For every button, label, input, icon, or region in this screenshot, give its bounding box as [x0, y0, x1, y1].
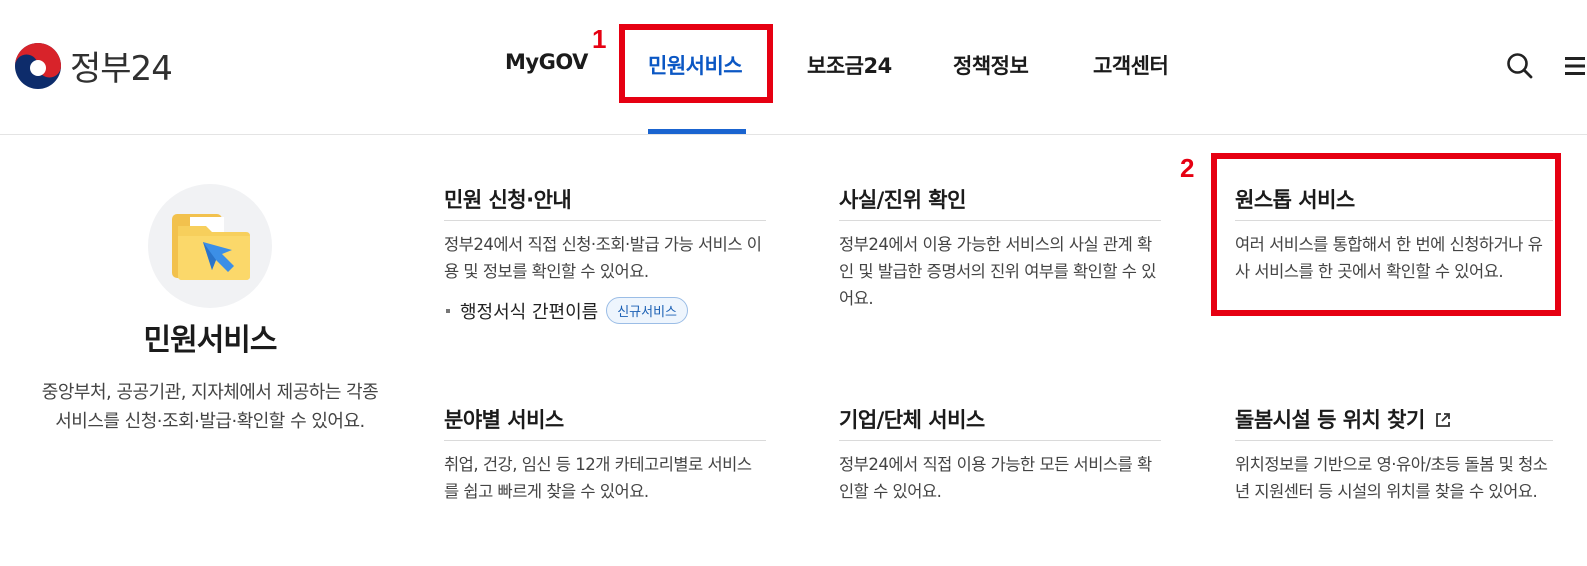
card-civil-application: 민원 신청·안내 정부24에서 직접 신청·조회·발급 가능 서비스 이용 및 … [444, 180, 766, 324]
card-title[interactable]: 사실/진위 확인 [839, 180, 1161, 221]
annotation-number-1: 1 [592, 24, 607, 54]
card-description: 정부24에서 직접 이용 가능한 모든 서비스를 확인할 수 있어요. [839, 455, 1152, 501]
nav-policy-info[interactable]: 정책정보 [953, 50, 1029, 80]
card-description: 여러 서비스를 통합해서 한 번에 신청하거나 유사 서비스를 한 곳에서 확인… [1235, 235, 1543, 281]
nav-mygov[interactable]: MyGOV [505, 50, 588, 74]
active-tab-indicator [648, 129, 746, 134]
card-description: 정부24에서 이용 가능한 서비스의 사실 관계 확인 및 발급한 증명서의 진… [839, 235, 1156, 308]
logo[interactable]: 정부24 [14, 41, 173, 90]
card-title[interactable]: 원스톱 서비스 [1235, 180, 1553, 221]
card-business-service: 기업/단체 서비스 정부24에서 직접 이용 가능한 모든 서비스를 확인할 수… [839, 400, 1161, 505]
annotation-box-1 [619, 24, 773, 103]
search-icon[interactable] [1505, 51, 1535, 81]
card-description: 위치정보를 기반으로 영·유아/초등 돌봄 및 청소년 지원센터 등 시설의 위… [1235, 455, 1548, 501]
sublink-simple-form-names[interactable]: 행정서식 간편이름 신규서비스 [444, 297, 766, 324]
card-fact-verification: 사실/진위 확인 정부24에서 이용 가능한 서비스의 사실 관계 확인 및 발… [839, 180, 1161, 312]
sublink-label: 행정서식 간편이름 [460, 301, 599, 323]
card-description: 정부24에서 직접 신청·조회·발급 가능 서비스 이용 및 정보를 확인할 수… [444, 235, 762, 281]
card-one-stop-service: 원스톱 서비스 여러 서비스를 통합해서 한 번에 신청하거나 유사 서비스를 … [1235, 180, 1553, 285]
card-title: 돌봄시설 등 위치 찾기 [1235, 408, 1425, 432]
nav-subsidy24[interactable]: 보조금24 [807, 50, 892, 80]
intro-illustration [148, 184, 272, 308]
annotation-number-2: 2 [1180, 153, 1195, 183]
card-title[interactable]: 민원 신청·안내 [444, 180, 766, 221]
intro-description: 중앙부처, 공공기관, 지자체에서 제공하는 각종 서비스를 신청·조회·발급·… [41, 382, 379, 432]
folder-cursor-icon [172, 214, 250, 280]
card-description: 취업, 건강, 임신 등 12개 카테고리별로 서비스를 쉽고 빠르게 찾을 수… [444, 455, 752, 501]
taegeuk-logo-icon [15, 42, 61, 89]
bullet-icon [446, 308, 450, 313]
header: 정부24 MyGOV 민원서비스 보조금24 정책정보 고객센터 [0, 0, 1587, 135]
card-title[interactable]: 분야별 서비스 [444, 400, 766, 441]
card-category-service: 분야별 서비스 취업, 건강, 임신 등 12개 카테고리별로 서비스를 쉽고 … [444, 400, 766, 505]
nav-customer-center[interactable]: 고객센터 [1093, 50, 1169, 80]
card-title-link[interactable]: 돌봄시설 등 위치 찾기 [1235, 400, 1553, 441]
external-link-icon [1435, 413, 1450, 427]
intro-title: 민원서비스 [143, 323, 278, 358]
new-service-badge: 신규서비스 [606, 297, 689, 324]
logo-text: 정부24 [70, 49, 173, 89]
card-title[interactable]: 기업/단체 서비스 [839, 400, 1161, 441]
card-facility-locator: 돌봄시설 등 위치 찾기 위치정보를 기반으로 영·유아/초등 돌봄 및 청소년… [1235, 400, 1553, 505]
menu-icon[interactable] [1563, 54, 1587, 78]
